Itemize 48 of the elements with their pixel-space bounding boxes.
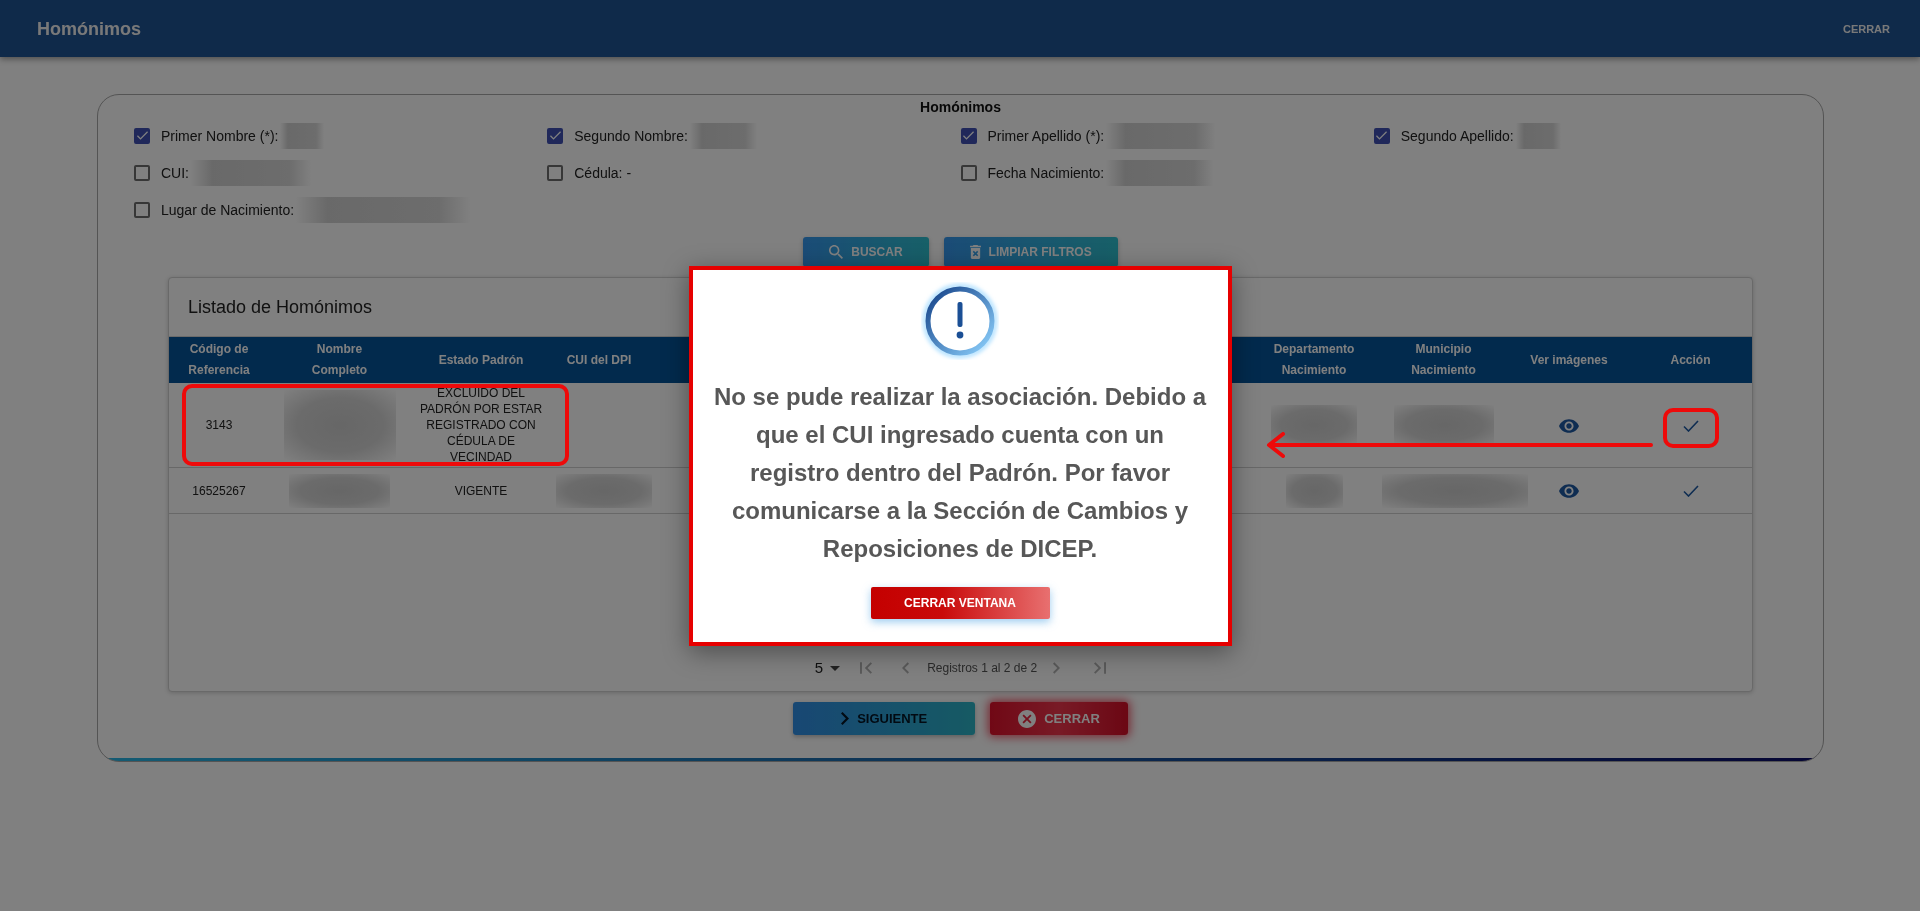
column-header: CUI del DPI [552, 337, 646, 383]
close-button[interactable]: CERRAR [1842, 17, 1890, 40]
checkbox[interactable] [547, 127, 564, 144]
checkbox[interactable] [960, 127, 977, 144]
field-label: Primer Apellido (*): [987, 126, 1105, 145]
column-header: Nombre Completo [269, 337, 410, 383]
column-header: Municipio Nacimiento [1378, 337, 1509, 383]
eye-icon[interactable] [1559, 418, 1579, 433]
caret-icon [830, 665, 841, 671]
close-icon [1018, 709, 1037, 728]
field-label: Lugar de Nacimiento: [161, 200, 295, 219]
check-icon[interactable] [1682, 485, 1699, 498]
search-icon [829, 245, 844, 259]
checkbox[interactable] [547, 164, 564, 181]
eye-icon[interactable] [1559, 484, 1579, 499]
alert-icon [921, 281, 999, 360]
column-header: Ver imágenes [1509, 337, 1629, 383]
dialog-message: No se pude realizar la asociación. Debido a que el CUI ingresado cuenta con un registro dentro del Padrón. Por favor comunicarse a la Sección de Cambios y Reposiciones de DICEP. [712, 381, 1208, 564]
checkbox[interactable] [960, 164, 977, 181]
field-label: Primer Nombre (*): [161, 126, 279, 145]
clear-filters-button[interactable]: LIMPIAR FILTROS [943, 237, 1118, 267]
status-text: EXCLUIDO DEL PADRÓN POR ESTAR REGISTRADO CON CÉDULA DE VECINDAD [418, 385, 544, 465]
column-header: Departamento Nacimiento [1250, 337, 1378, 383]
field-label: Segundo Nombre: [574, 126, 688, 145]
page-size-select[interactable]: 5 [814, 659, 841, 677]
section-title: Homónimos [919, 98, 1002, 117]
status-text: VIGENTE [454, 482, 508, 499]
pagination-text: Registros 1 al 2 de 2 [927, 660, 1038, 676]
checkbox[interactable] [134, 201, 150, 218]
field-label: Cédula: - [574, 163, 632, 182]
column-header: Estado Padrón [410, 337, 552, 383]
close-window-button[interactable]: CERRAR VENTANA [870, 586, 1050, 619]
table-cell: 16525267 [169, 467, 269, 514]
table-cell: 3143 [169, 383, 269, 468]
field-label: Fecha Nacimiento: [987, 163, 1105, 182]
field-label: Segundo Apellido: [1400, 126, 1514, 145]
close-button[interactable]: CERRAR [990, 702, 1128, 735]
chevron-right-icon [841, 712, 850, 725]
check-icon[interactable] [1682, 419, 1699, 432]
page-title: Homónimos [37, 17, 141, 40]
column-header: Código de Referencia [169, 337, 269, 383]
search-button[interactable]: BUSCAR [803, 237, 929, 267]
column-header: Acción [1629, 337, 1752, 383]
checkbox[interactable] [1373, 127, 1390, 144]
checkbox[interactable] [134, 164, 150, 181]
checkbox[interactable] [134, 127, 150, 144]
trash-icon [969, 245, 981, 259]
field-label: CUI: [161, 163, 189, 182]
